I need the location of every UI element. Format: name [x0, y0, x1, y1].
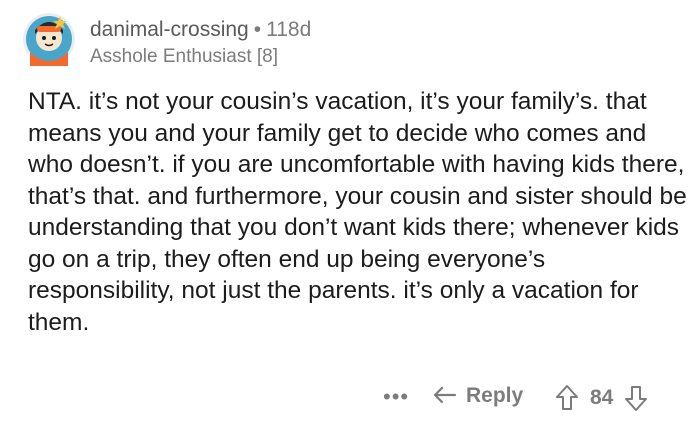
avatar-icon [23, 13, 75, 66]
header-separator: • [253, 18, 262, 41]
comment-body: NTA. it’s not your cousin’s vacation, it… [28, 88, 687, 336]
downvote-arrow-icon[interactable] [623, 384, 649, 412]
avatar[interactable] [22, 12, 76, 66]
author-username[interactable]: danimal-crossing [90, 18, 249, 41]
vote-score: 84 [590, 386, 614, 409]
comment-actions: ••• Reply 84 [0, 382, 700, 416]
vote-controls: 84 [554, 384, 649, 412]
reply-button[interactable]: Reply [432, 384, 523, 408]
upvote-arrow-icon[interactable] [554, 384, 580, 412]
comment-header: danimal-crossing • 118d [90, 18, 311, 42]
more-options-button[interactable]: ••• [383, 384, 409, 410]
comment-age: 118d [266, 18, 312, 41]
user-flair: Asshole Enthusiast [8] [90, 46, 278, 67]
reply-arrow-icon [433, 386, 457, 404]
reply-label: Reply [466, 384, 524, 407]
